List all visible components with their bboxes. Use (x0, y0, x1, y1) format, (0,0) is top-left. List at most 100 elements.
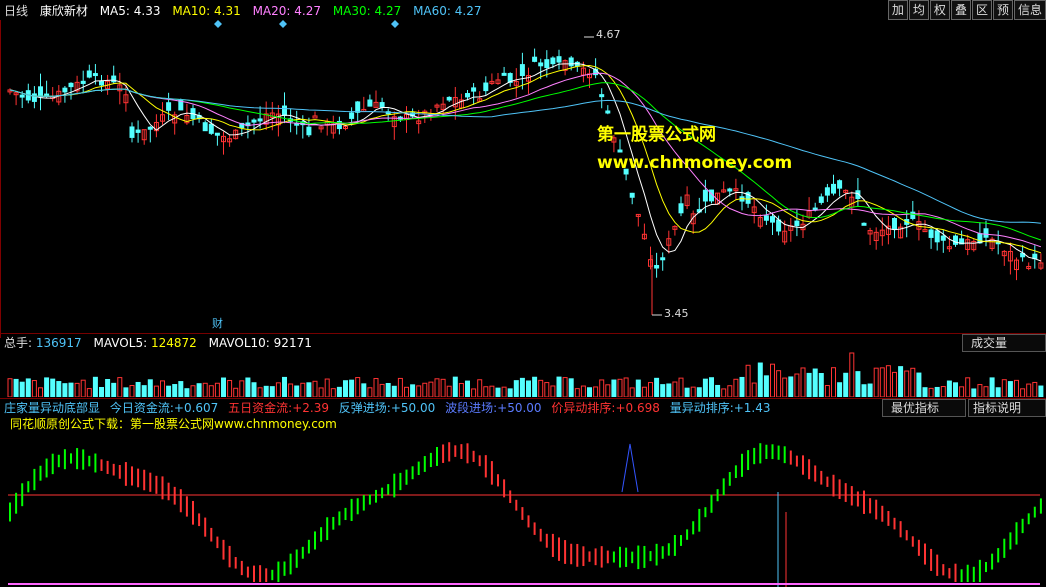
volume-bar (416, 385, 422, 397)
volume-bar (1026, 383, 1032, 397)
volume-bar (349, 379, 355, 397)
volume-bar (873, 367, 879, 397)
volume-bar (50, 378, 56, 397)
ma60-line (9, 88, 1041, 224)
indicator-bars[interactable] (0, 432, 1046, 587)
volume-bar (166, 385, 172, 397)
volume-bar (745, 364, 751, 397)
volume-bar (519, 377, 525, 397)
volume-bar (641, 386, 647, 397)
volume-bar (324, 378, 330, 397)
candle-body (550, 57, 556, 65)
candle-body (92, 73, 98, 77)
toolbar-overlay-button[interactable]: 叠 (950, 0, 971, 20)
volume-bar (727, 385, 733, 397)
volume-bar (635, 379, 641, 397)
ind-item-1-label: 五日资金流: (228, 401, 293, 415)
candle-body (312, 115, 318, 119)
volume-bar (507, 388, 513, 397)
volume-bar (885, 365, 891, 397)
toolbar-forecast-button[interactable]: 预 (992, 0, 1013, 20)
volume-bar (867, 383, 873, 397)
volume-indicator-select[interactable]: 成交量 (962, 334, 1046, 352)
volume-bar (458, 382, 464, 397)
candle-body (306, 126, 312, 136)
volume-chart[interactable] (0, 351, 1046, 397)
volume-bar (221, 377, 226, 397)
volume-bar (782, 377, 788, 397)
volume-bar (160, 380, 165, 397)
volume-bar (501, 386, 507, 397)
candle-body (544, 59, 550, 69)
volume-bar (757, 362, 763, 397)
volume-bar (330, 388, 336, 397)
volume-bar (38, 387, 43, 397)
volume-bar (526, 380, 531, 397)
volume-bar (141, 385, 147, 397)
toolbar-average-button[interactable]: 均 (908, 0, 929, 20)
volume-bar (92, 376, 98, 397)
candle-body (38, 86, 43, 98)
candle-body (818, 196, 824, 203)
ma5-value: 4.33 (133, 4, 161, 18)
volume-bar (269, 386, 275, 397)
volume-bar (483, 386, 489, 397)
volume-bar (538, 379, 544, 397)
ma30-value: 4.27 (374, 4, 402, 18)
volume-header: 总手: 136917 MAVOL5: 124872 MAVOL10: 92171… (0, 333, 1046, 352)
volume-bar (367, 387, 373, 397)
ind-item-1-value: +2.39 (292, 401, 329, 415)
ind-item-4-label: 价异动排序: (551, 401, 616, 415)
volume-bar (184, 388, 190, 397)
ma60-value: 4.27 (454, 4, 482, 18)
toolbar-info-button[interactable]: 信息 (1013, 0, 1046, 20)
candle-body (355, 101, 361, 113)
volume-bar (812, 368, 818, 397)
volume-bar (788, 376, 794, 397)
volume-bar (843, 372, 849, 397)
ind-item-0-value: +0.607 (173, 401, 219, 415)
best-indicator-label: 最优指标 (891, 401, 940, 415)
best-indicator-button[interactable]: 最优指标 (882, 399, 966, 417)
volume-bar (379, 383, 385, 397)
candle-body (605, 110, 611, 114)
candle-body (654, 265, 660, 269)
ind-item-5-value: +1.43 (733, 401, 771, 415)
low-price-label: 3.45 (664, 307, 689, 320)
candle-body (471, 87, 477, 92)
ma10-label: MA10: (172, 4, 211, 18)
volume-bar (946, 380, 952, 397)
volume-bar (989, 377, 995, 397)
event-diamond-icon (391, 20, 399, 28)
volume-bar (837, 382, 843, 397)
candle-body (770, 216, 775, 223)
volume-bar (239, 380, 245, 397)
ma5-label: MA5: (99, 4, 130, 18)
toolbar-add-button[interactable]: 加 (887, 0, 908, 20)
toolbar-rights-button[interactable]: 权 (929, 0, 950, 20)
period-label[interactable]: 日线 (4, 4, 28, 18)
finance-marker[interactable]: 财 (212, 315, 223, 331)
volume-bar (562, 377, 568, 397)
ma30-label: MA30: (332, 4, 371, 18)
volume-bar (452, 376, 458, 397)
volume-bar (733, 378, 739, 397)
indicator-help-button[interactable]: 指标说明 (968, 399, 1046, 417)
volume-bar (965, 377, 971, 397)
volume-bar (99, 387, 104, 397)
indicator-chart[interactable] (0, 432, 1046, 587)
candle-body (147, 126, 153, 130)
volume-bar (123, 387, 129, 397)
candle-body (629, 192, 635, 198)
volume-bar (532, 376, 538, 397)
volume-bars[interactable] (0, 351, 1046, 397)
candlestick-chart[interactable] (0, 20, 1046, 338)
volume-bar (684, 387, 690, 397)
volume-bar (68, 382, 74, 397)
candle-body (80, 80, 86, 84)
candle-body (86, 70, 92, 78)
price-chart[interactable]: 第一股票公式网 www.chnmoney.com 4.67 3.45 财 (0, 20, 1046, 338)
ma60-label: MA60: (413, 4, 451, 18)
toolbar-range-button[interactable]: 区 (971, 0, 992, 20)
volume-bar (660, 384, 666, 397)
